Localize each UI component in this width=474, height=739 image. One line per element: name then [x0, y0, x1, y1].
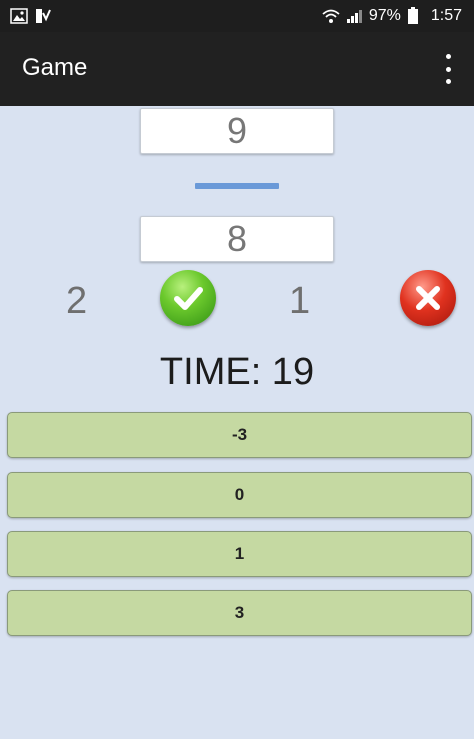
image-icon — [10, 7, 28, 25]
app-bar: Game — [0, 32, 474, 106]
answer-button-3[interactable]: 1 — [7, 531, 472, 577]
menu-dot — [445, 54, 451, 59]
first-number-field: 9 — [140, 108, 334, 154]
answer-button-4[interactable]: 3 — [7, 590, 472, 636]
second-number-field: 8 — [140, 216, 334, 262]
page-title: Game — [22, 54, 88, 81]
signal-icon — [345, 7, 363, 25]
wrong-count: 1 — [289, 280, 311, 322]
status-bar: 97% 1:57 — [0, 0, 474, 32]
status-right: 97% 1:57 — [321, 0, 462, 32]
wifi-icon — [321, 7, 340, 25]
timer-label: TIME: 19 — [159, 351, 315, 393]
status-time: 1:57 — [430, 7, 462, 24]
game-area: 9 8 2 1 TIME: 19 -3 0 1 3 — [0, 106, 474, 739]
overflow-menu-icon[interactable] — [440, 54, 456, 84]
menu-dot — [445, 66, 451, 72]
status-left-icons — [10, 7, 52, 25]
answer-button-1[interactable]: -3 — [7, 412, 472, 458]
battery-percent: 97% — [368, 7, 401, 24]
menu-dot — [445, 79, 451, 84]
correct-count: 2 — [66, 280, 88, 322]
notification-icon — [34, 7, 52, 25]
answer-button-2[interactable]: 0 — [7, 472, 472, 518]
check-icon — [160, 270, 216, 326]
minus-operator — [195, 183, 279, 189]
cross-icon — [400, 270, 456, 326]
battery-icon — [407, 7, 425, 25]
